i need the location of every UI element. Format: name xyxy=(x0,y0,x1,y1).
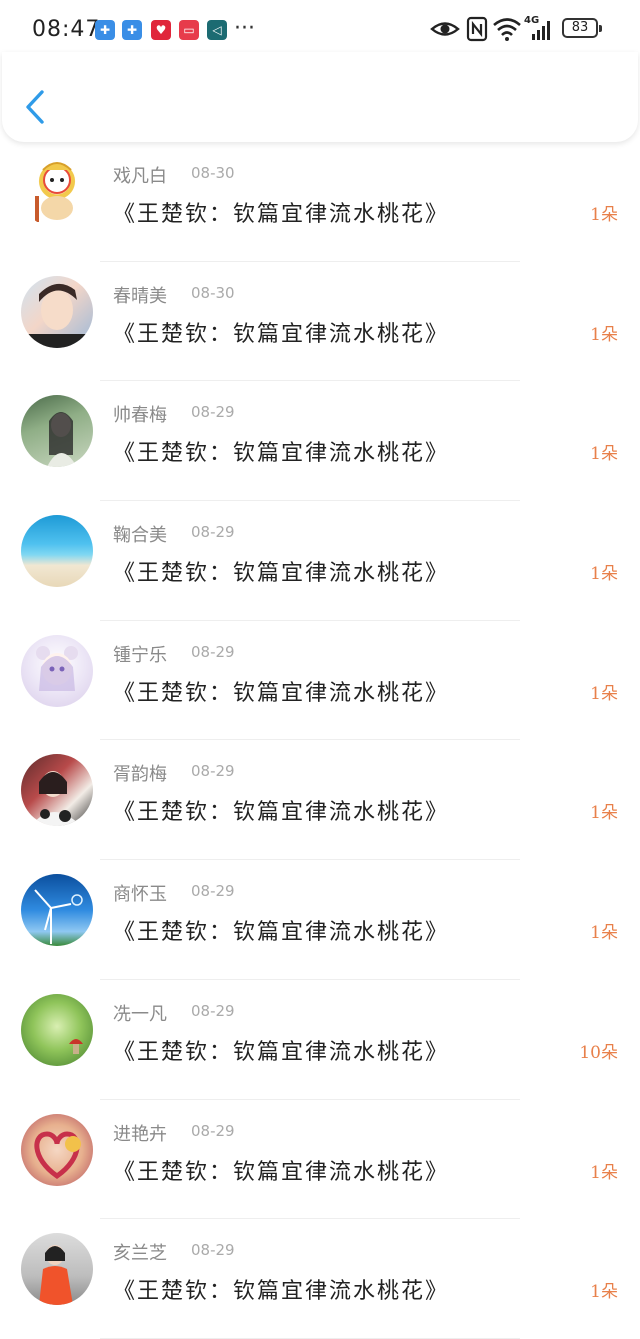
app-notification-icon: ✚ xyxy=(122,20,142,40)
avatar[interactable] xyxy=(21,395,93,468)
item-date: 08-29 xyxy=(191,1001,235,1020)
user-name: 亥兰芝 xyxy=(113,1243,167,1265)
user-name: 锺宁乐 xyxy=(113,644,167,666)
flower-count: 1朵 xyxy=(590,1282,618,1303)
user-name: 进艳卉 xyxy=(113,1123,167,1145)
user-name: 冼一凡 xyxy=(113,1003,167,1025)
more-notifications-icon: ··· xyxy=(234,16,255,41)
battery-indicator: 83 xyxy=(562,18,602,38)
list-item[interactable]: 春晴美 08-30 《王楚钦：钦篇宜律流水桃花》 1朵 xyxy=(0,262,640,382)
user-name: 戏凡白 xyxy=(113,166,167,187)
item-title: 《王楚钦：钦篇宜律流水桃花》 xyxy=(113,441,450,467)
flower-count: 1朵 xyxy=(590,205,618,225)
flower-count: 1朵 xyxy=(590,324,618,345)
user-name: 胥韵梅 xyxy=(113,764,167,786)
item-date: 08-29 xyxy=(191,403,235,422)
item-title: 《王楚钦：钦篇宜律流水桃花》 xyxy=(113,321,450,347)
app-notification-icon: ▭ xyxy=(179,20,199,40)
user-name: 帅春梅 xyxy=(113,405,167,427)
list-item[interactable]: 帅春梅 08-29 《王楚钦：钦篇宜律流水桃花》 1朵 xyxy=(0,381,640,502)
avatar[interactable] xyxy=(21,634,93,707)
eye-icon xyxy=(430,22,460,36)
list-item[interactable]: 亥兰芝 08-29 《王楚钦：钦篇宜律流水桃花》 1朵 xyxy=(0,1219,640,1339)
status-bar: 08:47 ✚ ✚ ♥ ▭ ◁ ··· 4G 83 xyxy=(0,0,640,60)
flower-count: 1朵 xyxy=(590,923,618,944)
user-name: 春晴美 xyxy=(113,285,167,307)
list-item[interactable]: 锺宁乐 08-29 《王楚钦：钦篇宜律流水桃花》 1朵 xyxy=(0,621,640,741)
avatar[interactable] xyxy=(21,1233,93,1306)
item-date: 08-29 xyxy=(191,762,235,781)
item-title: 《王楚钦：钦篇宜律流水桃花》 xyxy=(113,920,450,946)
back-button[interactable] xyxy=(22,88,48,130)
signal-icon xyxy=(532,21,550,40)
item-title: 《王楚钦：钦篇宜律流水桃花》 xyxy=(113,1159,450,1185)
list-item[interactable]: 胥韵梅 08-29 《王楚钦：钦篇宜律流水桃花》 1朵 xyxy=(0,740,640,861)
app-notification-icon: ◁ xyxy=(207,20,227,40)
flower-count: 1朵 xyxy=(590,683,618,704)
item-title: 《王楚钦：钦篇宜律流水桃花》 xyxy=(113,1279,450,1305)
chevron-left-icon xyxy=(26,90,44,124)
item-date: 08-29 xyxy=(191,1121,235,1140)
avatar[interactable] xyxy=(21,1113,93,1186)
item-date: 08-29 xyxy=(191,882,235,901)
list-item[interactable]: 商怀玉 08-29 《王楚钦：钦篇宜律流水桃花》 1朵 xyxy=(0,860,640,980)
app-notification-icon: ♥ xyxy=(151,20,171,40)
wifi-icon xyxy=(493,18,521,41)
avatar[interactable] xyxy=(21,515,93,588)
avatar[interactable] xyxy=(21,156,93,228)
avatar[interactable] xyxy=(21,754,93,827)
flower-count: 1朵 xyxy=(590,564,618,585)
item-title: 《王楚钦：钦篇宜律流水桃花》 xyxy=(113,680,450,706)
avatar[interactable] xyxy=(21,874,93,947)
list-item[interactable]: 进艳卉 08-29 《王楚钦：钦篇宜律流水桃花》 1朵 xyxy=(0,1100,640,1220)
item-title: 《王楚钦：钦篇宜律流水桃花》 xyxy=(113,561,450,587)
item-title: 《王楚钦：钦篇宜律流水桃花》 xyxy=(113,1039,450,1065)
flower-count: 1朵 xyxy=(590,444,618,465)
status-time: 08:47 xyxy=(32,17,101,42)
user-name: 商怀玉 xyxy=(113,884,167,906)
item-date: 08-29 xyxy=(191,523,235,542)
app-notification-icon: ✚ xyxy=(95,20,115,40)
item-title: 《王楚钦：钦篇宜律流水桃花》 xyxy=(113,202,450,227)
flower-count: 10朵 xyxy=(579,1042,618,1063)
flower-count: 1朵 xyxy=(590,803,618,824)
avatar[interactable] xyxy=(21,993,93,1066)
list-item[interactable]: 戏凡白 08-30 《王楚钦：钦篇宜律流水桃花》 1朵 xyxy=(0,142,640,262)
top-nav-bar xyxy=(2,52,638,142)
item-date: 08-30 xyxy=(191,283,235,302)
item-date: 08-29 xyxy=(191,642,235,661)
avatar[interactable] xyxy=(21,275,93,348)
list-item[interactable]: 冼一凡 08-29 《王楚钦：钦篇宜律流水桃花》 10朵 xyxy=(0,980,640,1100)
user-name: 鞠合美 xyxy=(113,525,167,547)
flower-count: 1朵 xyxy=(590,1162,618,1183)
gift-record-list: 戏凡白 08-30 《王楚钦：钦篇宜律流水桃花》 1朵 春晴美 08-30 《王… xyxy=(0,142,640,1339)
nfc-icon xyxy=(466,16,488,42)
item-title: 《王楚钦：钦篇宜律流水桃花》 xyxy=(113,800,450,826)
list-item[interactable]: 鞠合美 08-29 《王楚钦：钦篇宜律流水桃花》 1朵 xyxy=(0,501,640,621)
item-date: 08-29 xyxy=(191,1241,235,1260)
item-date: 08-30 xyxy=(191,164,235,182)
